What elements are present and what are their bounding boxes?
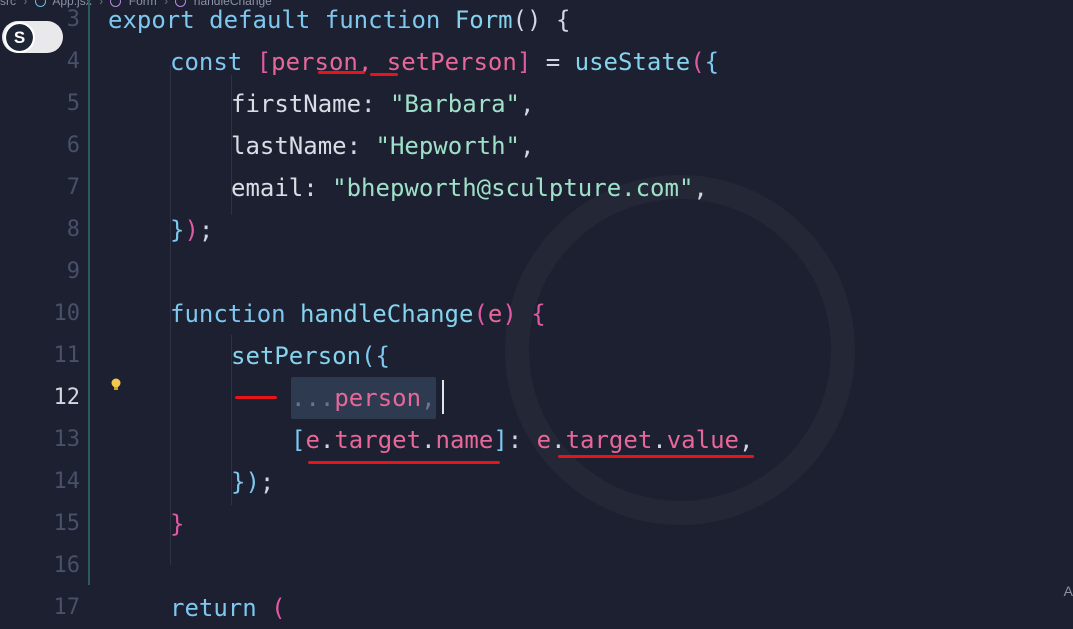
annotation-underline	[308, 461, 500, 464]
line-number: 16	[53, 553, 81, 578]
code-line-11: 11 setPerson({	[0, 335, 1073, 377]
line-number: 9	[66, 259, 80, 284]
code-line-16: 16	[0, 545, 1073, 587]
code-line-15: 15 }	[0, 503, 1073, 545]
line-number: 8	[66, 217, 80, 242]
code-line-8: 8 });	[0, 209, 1073, 251]
code-line-14: 14 });	[0, 461, 1073, 503]
code-line-10: 10 function handleChange(e) {	[0, 293, 1073, 335]
line-number: 4	[66, 49, 80, 74]
edge-text: A	[1063, 583, 1073, 599]
code-line-13: 13 [e.target.name]: e.target.value,	[0, 419, 1073, 461]
code-text-selected: ...person,	[291, 377, 436, 419]
line-number: 14	[53, 469, 81, 494]
line-number: 15	[53, 511, 81, 536]
lightbulb-icon[interactable]	[110, 377, 122, 393]
line-number: 6	[66, 133, 80, 158]
code-line-3: 3 export default function Form() {	[0, 0, 1073, 41]
code-text: lastName: "Hepworth",	[231, 132, 535, 160]
annotation-underline	[558, 455, 754, 458]
annotation-underline	[370, 73, 398, 76]
line-number: 11	[53, 343, 81, 368]
line-number: 5	[66, 91, 80, 116]
code-text: setPerson({	[231, 342, 390, 370]
annotation-underline	[318, 71, 365, 74]
line-number: 7	[66, 175, 80, 200]
code-text: firstName: "Barbara",	[231, 90, 535, 118]
line-number: 10	[53, 301, 81, 326]
text-cursor	[442, 380, 444, 414]
line-number: 3	[66, 7, 80, 32]
code-text: }	[170, 510, 185, 538]
code-text: export default function Form() {	[108, 6, 571, 34]
annotation-dash	[235, 396, 277, 399]
code-text: function handleChange(e) {	[170, 300, 546, 328]
code-text: });	[231, 468, 275, 496]
code-line-9: 9	[0, 251, 1073, 293]
line-number-active: 12	[53, 385, 81, 410]
code-text: email: "bhepworth@sculpture.com",	[231, 174, 708, 202]
code-text: });	[170, 216, 214, 244]
line-number: 13	[53, 427, 81, 452]
code-line-7: 7 email: "bhepworth@sculpture.com",	[0, 167, 1073, 209]
code-text: const [person, setPerson] = useState({	[170, 48, 720, 76]
code-line-5: 5 firstName: "Barbara",	[0, 83, 1073, 125]
code-line-6: 6 lastName: "Hepworth",	[0, 125, 1073, 167]
code-line-4: 4 const [person, setPerson] = useState({	[0, 41, 1073, 83]
code-line-12: 12 ...person,	[0, 377, 1073, 419]
